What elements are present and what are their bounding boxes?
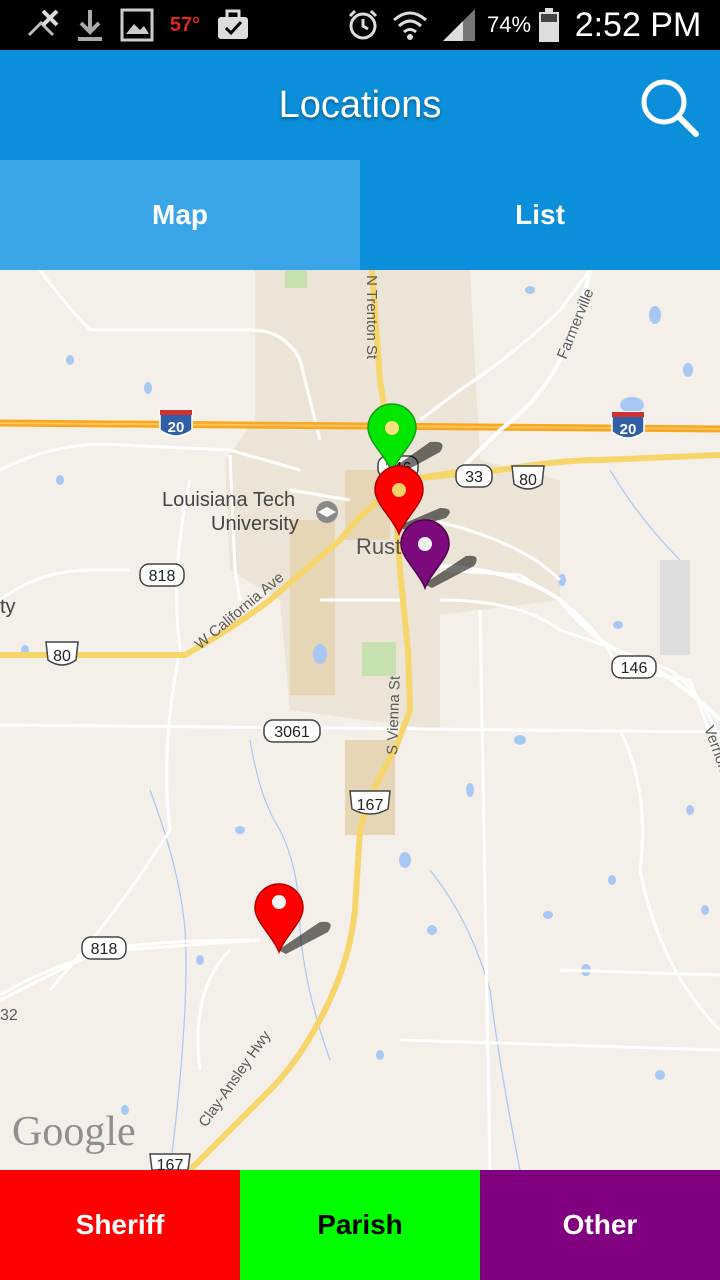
street-label: N Trenton St <box>363 275 380 360</box>
svg-text:818: 818 <box>91 941 118 958</box>
map-view[interactable]: N Trenton St Farmerville Louisiana Tech … <box>0 270 720 1170</box>
download-icon <box>72 0 108 50</box>
clock: 2:52 PM <box>574 5 702 44</box>
battery-percent: 74% <box>486 12 532 37</box>
tab-bar: Map List <box>0 160 720 270</box>
signal-off-icon <box>20 0 62 50</box>
other-filter-button[interactable]: Other <box>480 1170 720 1280</box>
park <box>285 270 307 288</box>
image-icon <box>118 0 156 50</box>
svg-text:80: 80 <box>519 472 537 489</box>
parish-filter-button[interactable]: Parish <box>240 1170 480 1280</box>
tab-map[interactable]: Map <box>0 160 360 270</box>
route-shield-us167-mid: 167 <box>349 790 391 815</box>
svg-text:20: 20 <box>168 419 185 436</box>
svg-text:818: 818 <box>149 568 176 585</box>
interstate-shield-i20-west: 20 <box>159 409 193 437</box>
sheriff-filter-button[interactable]: Sheriff <box>0 1170 240 1280</box>
place-label: University <box>211 513 299 535</box>
place-label: Louisiana Tech <box>162 489 295 511</box>
svg-text:146: 146 <box>621 660 648 677</box>
map-canvas: N Trenton St Farmerville Louisiana Tech … <box>0 270 720 1170</box>
route-shield-us167-south: 167 <box>149 1153 191 1170</box>
university-icon <box>316 501 338 523</box>
alarm-icon <box>344 0 382 50</box>
briefcase-check-icon <box>214 0 252 50</box>
battery-icon <box>536 0 562 50</box>
svg-text:33: 33 <box>465 469 483 486</box>
route-shield-us80-west: 80 <box>45 641 79 666</box>
wifi-icon <box>390 0 430 50</box>
page-title: Locations <box>278 84 442 126</box>
status-bar: 57° 74% 2:52 PM <box>0 0 720 50</box>
cell-signal-icon <box>440 0 478 50</box>
search-icon[interactable] <box>634 72 704 142</box>
road-label: 32 <box>0 1007 18 1024</box>
svg-text:167: 167 <box>157 1157 184 1170</box>
park <box>362 642 396 676</box>
route-shield-la3061: 3061 <box>263 719 321 743</box>
svg-text:3061: 3061 <box>274 724 310 741</box>
route-shield-la33: 33 <box>455 464 493 488</box>
route-shield-la146-east: 146 <box>611 655 657 679</box>
google-attribution: Google <box>12 1109 136 1155</box>
street-label: S Vienna St <box>384 675 404 755</box>
route-shield-la818-south: 818 <box>81 936 127 960</box>
app-bar: Locations <box>0 50 720 160</box>
interstate-shield-i20-east: 20 <box>611 411 645 439</box>
temperature-text: 57° <box>169 13 201 36</box>
category-filter-bar: Sheriff Parish Other <box>0 1170 720 1280</box>
svg-text:20: 20 <box>620 421 637 438</box>
svg-text:80: 80 <box>53 648 71 665</box>
route-shield-us80-east: 80 <box>511 465 545 490</box>
place-label: ty <box>0 596 16 618</box>
airport <box>660 560 690 655</box>
svg-text:167: 167 <box>357 797 384 814</box>
tab-list[interactable]: List <box>360 160 720 270</box>
route-shield-la818-north: 818 <box>139 563 185 587</box>
